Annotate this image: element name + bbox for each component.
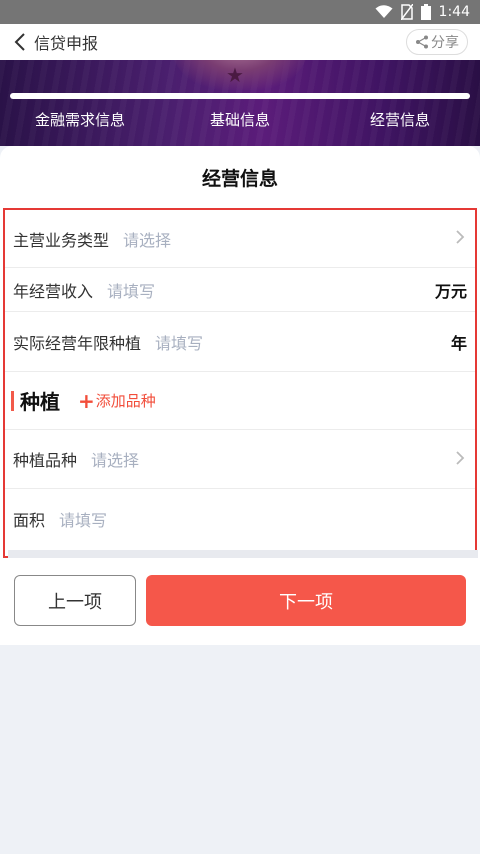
progress-bar xyxy=(10,93,470,99)
back-chevron-icon[interactable] xyxy=(14,32,30,52)
business-form: 主营业务类型 请选择 年经营收入 请填写 万元 实际经营年限种植 请填写 年 种… xyxy=(3,208,478,558)
years-row[interactable]: 实际经营年限种植 请填写 年 xyxy=(5,312,475,372)
step-tabs: 金融需求信息 基础信息 经营信息 xyxy=(0,105,480,135)
planting-group-header: 种植 + 添加品种 xyxy=(5,372,475,430)
variety-select[interactable]: 请选择 xyxy=(91,447,139,471)
variety-row[interactable]: 种植品种 请选择 xyxy=(5,430,475,489)
chevron-right-icon xyxy=(456,229,465,248)
no-sim-icon xyxy=(400,4,413,20)
variety-label: 种植品种 xyxy=(13,451,78,470)
share-button[interactable]: 分享 xyxy=(406,29,468,55)
chevron-right-icon xyxy=(456,450,465,469)
area-label: 面积 xyxy=(13,511,46,530)
section-title: 经营信息 xyxy=(201,168,278,190)
status-bar: 1:44 xyxy=(0,0,480,24)
add-variety-label: 添加品种 xyxy=(95,392,156,410)
area-row[interactable]: 面积 请填写 xyxy=(5,489,475,549)
battery-icon xyxy=(420,4,431,20)
planting-group-title: 种植 xyxy=(20,390,60,414)
group-accent-bar xyxy=(11,390,14,411)
annual-income-input[interactable]: 请填写 xyxy=(107,278,155,302)
next-button[interactable]: 下一项 xyxy=(146,575,466,626)
nav-bar: 信贷申报 分享 xyxy=(0,24,480,60)
step-banner: ★ 金融需求信息 基础信息 经营信息 xyxy=(0,60,480,146)
years-unit: 年 xyxy=(450,333,467,353)
years-input[interactable]: 请填写 xyxy=(155,330,203,354)
wifi-icon xyxy=(375,5,393,19)
form-card: 经营信息 主营业务类型 请选择 年经营收入 请填写 万元 实际经营年限种植 请填… xyxy=(0,146,480,561)
plus-icon: + xyxy=(78,388,95,413)
share-label: 分享 xyxy=(431,35,459,51)
step-tab-basic[interactable]: 基础信息 xyxy=(160,105,320,135)
annual-income-unit: 万元 xyxy=(434,281,467,301)
business-type-label: 主营业务类型 xyxy=(13,230,110,250)
business-type-row[interactable]: 主营业务类型 请选择 xyxy=(5,210,475,268)
share-icon xyxy=(416,35,428,49)
step-tab-finance[interactable]: 金融需求信息 xyxy=(0,105,160,135)
step-tab-business[interactable]: 经营信息 xyxy=(320,105,480,135)
area-input[interactable]: 请填写 xyxy=(59,507,107,531)
add-variety-link[interactable]: + 添加品种 xyxy=(78,390,156,411)
annual-income-label: 年经营收入 xyxy=(13,281,94,301)
annual-income-row[interactable]: 年经营收入 请填写 万元 xyxy=(5,268,475,312)
prev-button[interactable]: 上一项 xyxy=(14,575,136,626)
status-time: 1:44 xyxy=(438,4,470,20)
action-bar: 上一项 下一项 xyxy=(0,561,480,645)
business-type-select[interactable]: 请选择 xyxy=(123,227,171,251)
years-label: 实际经营年限种植 xyxy=(13,333,142,353)
page-title: 信贷申报 xyxy=(34,34,99,53)
star-icon: ★ xyxy=(226,63,244,87)
form-bottom-divider xyxy=(8,550,478,558)
